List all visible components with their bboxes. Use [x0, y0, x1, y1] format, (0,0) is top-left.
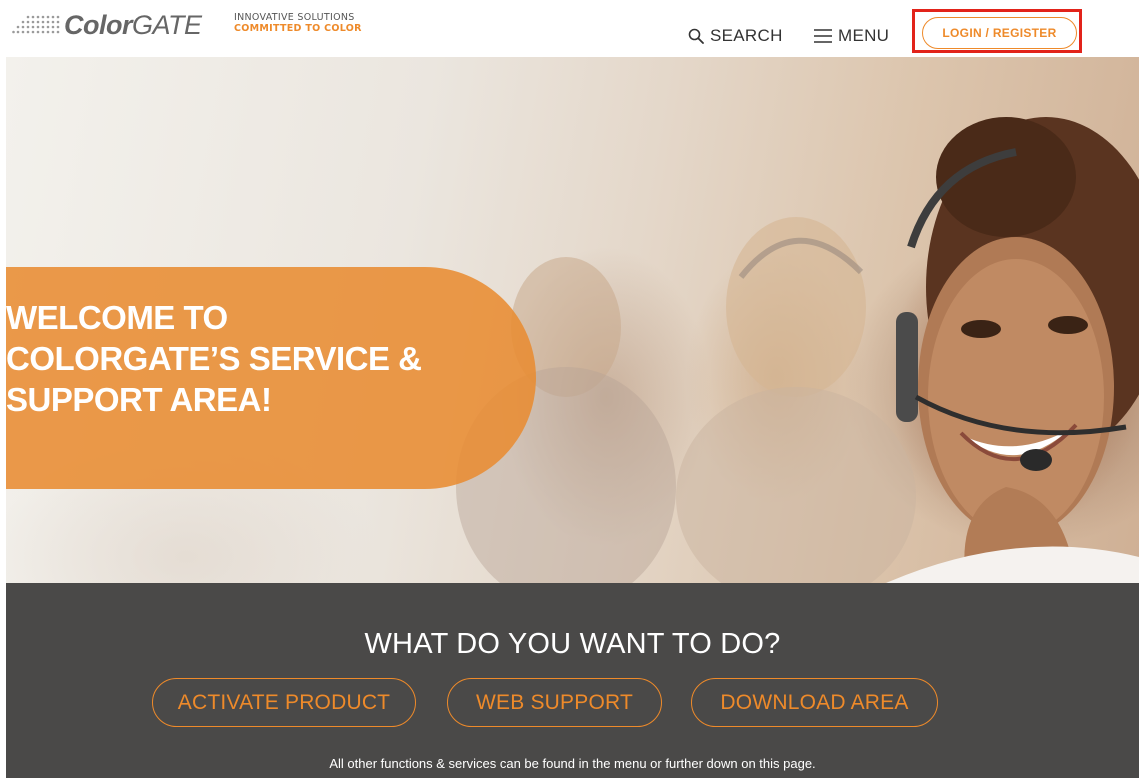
- download-area-button[interactable]: DOWNLOAD AREA: [691, 678, 938, 727]
- site-header: ColorGATE INNOVATIVE SOLUTIONS COMMITTED…: [0, 0, 1139, 57]
- actions-title: WHAT DO YOU WANT TO DO?: [364, 628, 781, 660]
- activate-product-button[interactable]: ACTIVATE PRODUCT: [152, 678, 416, 727]
- welcome-line-1: WELCOME TO: [6, 299, 228, 336]
- tagline-line-1: INNOVATIVE SOLUTIONS: [234, 12, 355, 23]
- tagline: INNOVATIVE SOLUTIONS COMMITTED TO COLOR: [234, 12, 362, 34]
- web-support-button[interactable]: WEB SUPPORT: [447, 678, 662, 727]
- action-strip: WHAT DO YOU WANT TO DO? ACTIVATE PRODUCT…: [6, 583, 1139, 778]
- hero-banner: WELCOME TO COLORGATE’S SERVICE & SUPPORT…: [6, 57, 1139, 583]
- welcome-line-3: SUPPORT AREA!: [6, 381, 272, 418]
- welcome-line-2: COLORGATE’S SERVICE &: [6, 340, 422, 377]
- hamburger-icon: [814, 29, 832, 43]
- tagline-line-2: COMMITTED TO COLOR: [234, 23, 362, 34]
- search-link[interactable]: SEARCH: [688, 25, 783, 47]
- search-icon: [688, 28, 704, 44]
- menu-toggle[interactable]: MENU: [814, 25, 889, 47]
- logo-wordmark: ColorGATE: [64, 10, 202, 40]
- colorgate-logo[interactable]: ColorGATE: [12, 10, 202, 40]
- actions-note: All other functions & services can be fo…: [329, 756, 816, 771]
- logo-word-color: Color: [64, 10, 133, 40]
- search-label: SEARCH: [710, 26, 783, 45]
- logo-dots-icon: [12, 15, 60, 34]
- logo-word-gate: GATE: [132, 10, 202, 40]
- menu-label: MENU: [838, 26, 890, 45]
- login-register-button[interactable]: LOGIN / REGISTER: [922, 17, 1077, 49]
- welcome-heading: WELCOME TO COLORGATE’S SERVICE & SUPPORT…: [6, 297, 506, 420]
